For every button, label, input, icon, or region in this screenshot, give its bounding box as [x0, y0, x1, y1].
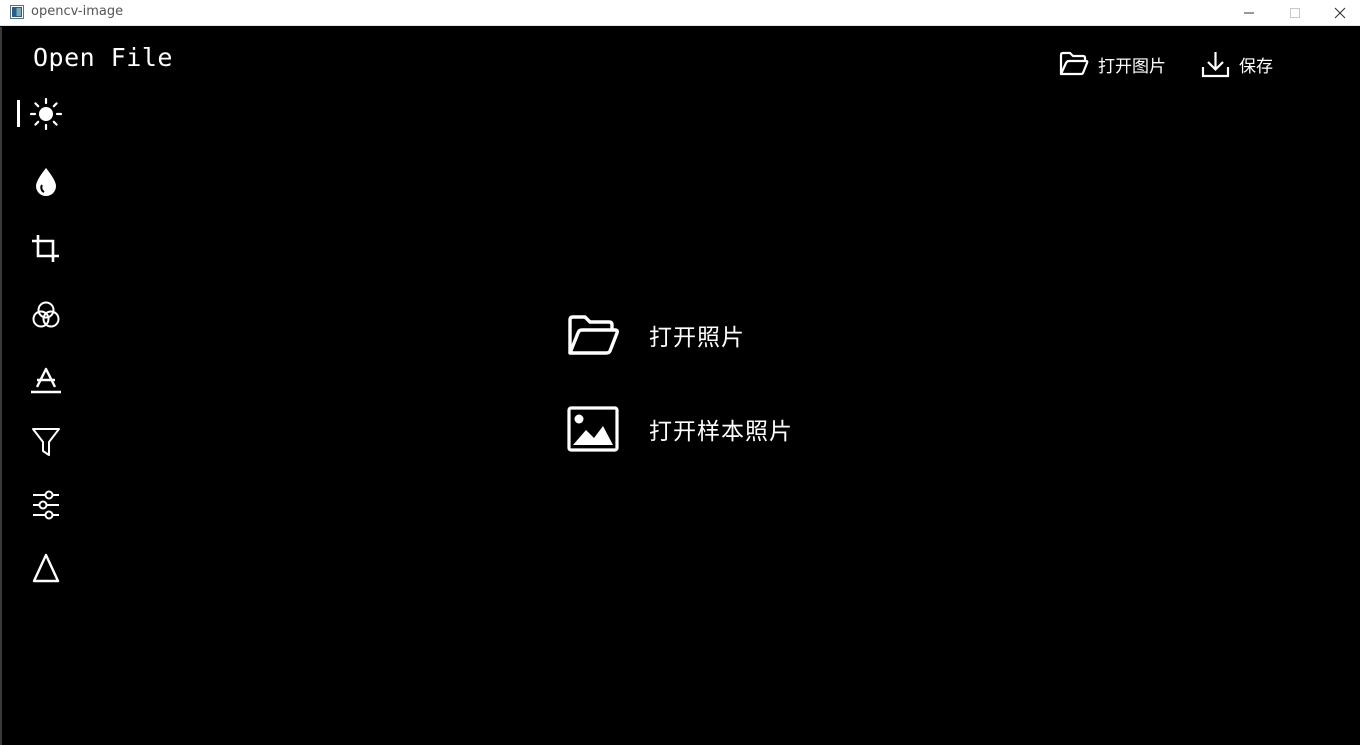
sidebar-item-crop[interactable]	[26, 229, 66, 269]
minimize-button[interactable]	[1226, 0, 1272, 25]
app-icon	[10, 5, 24, 19]
maximize-button[interactable]	[1272, 0, 1318, 25]
minimize-icon	[1244, 12, 1254, 13]
open-sample-photo-label: 打开样本照片	[649, 419, 793, 445]
droplet-icon	[36, 168, 56, 196]
save-label: 保存	[1239, 56, 1273, 77]
window-titlebar: opencv-image	[0, 0, 1360, 26]
close-icon	[1334, 7, 1346, 18]
open-image-label: 打开图片	[1098, 56, 1166, 77]
window-title: opencv-image	[31, 4, 124, 19]
download-icon	[1201, 52, 1230, 78]
sidebar-item-droplet[interactable]	[26, 162, 66, 202]
text-strike-icon	[31, 367, 61, 394]
folder-open-icon	[1059, 51, 1089, 76]
brightness-icon	[29, 97, 63, 131]
sidebar-item-adjust[interactable]	[26, 485, 66, 525]
sidebar-item-filter[interactable]	[26, 422, 66, 462]
sidebar-item-color[interactable]	[26, 295, 66, 335]
color-circles-icon	[32, 301, 60, 328]
open-photo-label: 打开照片	[649, 325, 745, 351]
open-image-button[interactable]: 打开图片	[1059, 49, 1166, 79]
close-button[interactable]	[1317, 0, 1360, 25]
folder-open-icon	[568, 315, 619, 355]
triangle-icon	[32, 553, 60, 583]
sidebar-item-text[interactable]	[26, 360, 66, 400]
open-sample-photo-button[interactable]: 打开样本照片	[566, 404, 793, 454]
sidebar-active-marker	[17, 100, 20, 127]
save-button[interactable]: 保存	[1201, 49, 1273, 79]
sidebar-item-triangle[interactable]	[26, 548, 66, 588]
open-photo-button[interactable]: 打开照片	[566, 310, 745, 360]
crop-icon	[32, 235, 59, 262]
image-icon	[567, 406, 619, 452]
page-title: Open File	[33, 43, 173, 72]
sliders-icon	[33, 490, 59, 520]
app-canvas	[2, 27, 1360, 745]
sidebar-item-brightness[interactable]	[26, 94, 66, 134]
filter-icon	[32, 428, 60, 456]
maximize-icon	[1290, 7, 1300, 18]
